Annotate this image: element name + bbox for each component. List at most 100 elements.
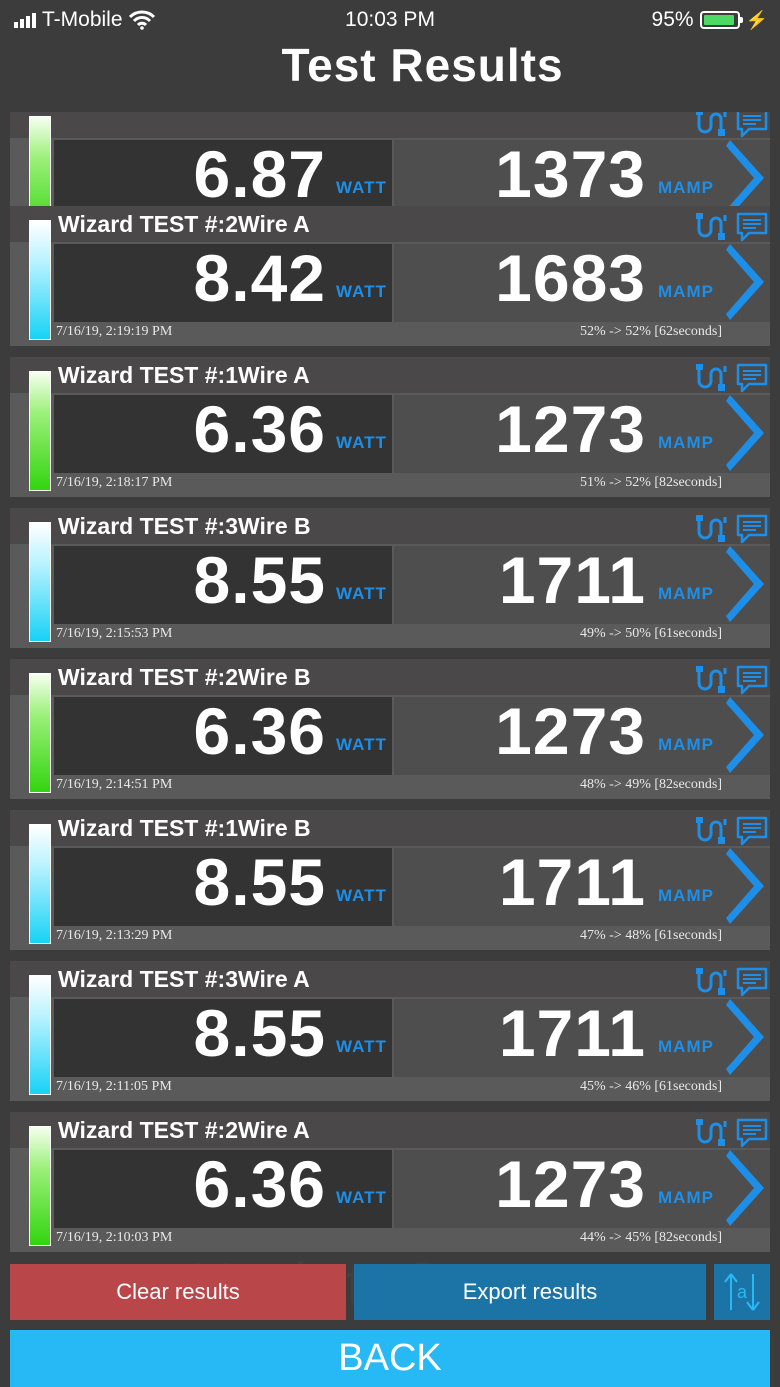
watt-panel: 6.36 WATT	[54, 1147, 392, 1228]
sort-a-icon: a	[724, 1273, 760, 1311]
chevron-right-icon[interactable]	[724, 1148, 768, 1228]
watt-panel: 8.55 WATT	[54, 543, 392, 624]
result-date: 7/16/19, 2:10:03 PM	[56, 1230, 173, 1245]
cable-icon[interactable]	[696, 817, 730, 845]
result-battery-info: 48% -> 49% [82seconds]	[579, 777, 722, 792]
cable-icon[interactable]	[696, 968, 730, 996]
mamp-unit: MAMP	[658, 1037, 714, 1056]
mamp-value: 1683	[495, 241, 646, 315]
mamp-panel: 1273 MAMP	[394, 392, 770, 473]
cable-icon[interactable]	[696, 1119, 730, 1147]
watt-value: 8.55	[193, 543, 326, 617]
result-date: 7/16/19, 2:15:53 PM	[56, 626, 173, 641]
chevron-right-icon[interactable]	[724, 846, 768, 926]
result-row[interactable]: Wizard TEST #:2Wire A 6.36 WATT 1273 MAM…	[10, 1112, 770, 1252]
result-name: Wizard TEST #:1Wire B	[58, 815, 311, 841]
comment-icon[interactable]	[736, 1118, 768, 1148]
result-header	[10, 112, 770, 138]
results-list[interactable]: 6.87 WATT 1373 MAMP 7/16/19, 2:20:36 PM …	[0, 112, 780, 1252]
chevron-right-icon[interactable]	[724, 242, 768, 322]
result-battery-info: 51% -> 52% [82seconds]	[579, 475, 722, 490]
result-date: 7/16/19, 2:11:05 PM	[56, 1079, 172, 1094]
cable-icon[interactable]	[696, 364, 730, 392]
result-name: Wizard TEST #:3Wire B	[58, 513, 311, 539]
watt-panel: 8.42 WATT	[54, 241, 392, 322]
comment-icon[interactable]	[736, 514, 768, 544]
watt-value: 8.55	[193, 845, 326, 919]
watt-unit: WATT	[336, 886, 387, 905]
cable-icon[interactable]	[696, 666, 730, 694]
mamp-unit: MAMP	[658, 282, 714, 301]
watt-unit: WATT	[336, 584, 387, 603]
result-row[interactable]: Wizard TEST #:1Wire B 8.55 WATT 1711 MAM…	[10, 810, 770, 950]
result-row[interactable]: Wizard TEST #:1Wire A 6.36 WATT 1273 MAM…	[10, 357, 770, 497]
battery-percent: 95%	[651, 8, 694, 31]
chevron-right-icon[interactable]	[724, 997, 768, 1077]
back-button[interactable]: BACK	[10, 1330, 770, 1387]
watt-panel: 8.55 WATT	[54, 996, 392, 1077]
export-results-button[interactable]: Export results	[354, 1264, 706, 1320]
chevron-right-icon[interactable]	[724, 393, 768, 473]
watt-value: 6.36	[193, 1147, 326, 1221]
mamp-unit: MAMP	[658, 178, 714, 197]
mamp-value: 1711	[498, 845, 646, 919]
clear-results-button[interactable]: Clear results	[10, 1264, 346, 1320]
result-row[interactable]: Wizard TEST #:3Wire A 8.55 WATT 1711 MAM…	[10, 961, 770, 1101]
result-row[interactable]: Wizard TEST #:3Wire B 8.55 WATT 1711 MAM…	[10, 508, 770, 648]
result-header: Wizard TEST #:1Wire A	[10, 357, 770, 393]
cable-icon[interactable]	[696, 112, 730, 137]
mamp-unit: MAMP	[658, 735, 714, 754]
mamp-value: 1711	[498, 543, 646, 617]
chevron-right-icon[interactable]	[724, 695, 768, 775]
comment-icon[interactable]	[736, 816, 768, 846]
cable-icon[interactable]	[696, 515, 730, 543]
watt-value: 6.87	[193, 137, 326, 211]
watt-unit: WATT	[336, 282, 387, 301]
result-header: Wizard TEST #:2Wire B	[10, 659, 770, 695]
watt-value: 8.42	[193, 241, 326, 315]
mamp-value: 1711	[498, 996, 646, 1070]
result-header: Wizard TEST #:3Wire B	[10, 508, 770, 544]
result-battery-info: 47% -> 48% [61seconds]	[579, 928, 722, 943]
mamp-value: 1273	[495, 694, 646, 768]
mamp-panel: 1711 MAMP	[394, 543, 770, 624]
mamp-unit: MAMP	[658, 584, 714, 603]
result-battery-info: 45% -> 46% [61seconds]	[579, 1079, 722, 1094]
comment-icon[interactable]	[736, 967, 768, 997]
watt-panel: 8.55 WATT	[54, 845, 392, 926]
charge-level-bar	[29, 371, 51, 491]
charging-icon: ⚡	[745, 9, 768, 30]
page-title: Test Results	[281, 39, 564, 91]
result-name: Wizard TEST #:2Wire A	[58, 211, 310, 237]
result-name: Wizard TEST #:2Wire A	[58, 1117, 310, 1143]
result-header: Wizard TEST #:1Wire B	[10, 810, 770, 846]
mamp-panel: 1683 MAMP	[394, 241, 770, 322]
mamp-value: 1273	[495, 1147, 646, 1221]
result-battery-info: 49% -> 50% [61seconds]	[579, 626, 722, 641]
watt-unit: WATT	[336, 178, 387, 197]
comment-icon[interactable]	[736, 112, 768, 138]
status-bar: T-Mobile 10:03 PM 95% ⚡	[0, 0, 780, 40]
watt-panel: 6.36 WATT	[54, 694, 392, 775]
sort-button[interactable]: a	[714, 1264, 770, 1320]
watt-value: 6.36	[193, 694, 326, 768]
watt-panel: 6.36 WATT	[54, 392, 392, 473]
cable-icon[interactable]	[696, 213, 730, 241]
comment-icon[interactable]	[736, 665, 768, 695]
result-row[interactable]: Wizard TEST #:2Wire B 6.36 WATT 1273 MAM…	[10, 659, 770, 799]
result-row[interactable]: Wizard TEST #:2Wire A 8.42 WATT 1683 MAM…	[10, 206, 770, 346]
result-battery-info: 44% -> 45% [82seconds]	[579, 1230, 722, 1245]
charge-level-bar	[29, 1126, 51, 1246]
chevron-right-icon[interactable]	[724, 544, 768, 624]
mamp-panel: 1711 MAMP	[394, 996, 770, 1077]
result-battery-info: 52% -> 52% [62seconds]	[579, 324, 722, 339]
result-name: Wizard TEST #:1Wire A	[58, 362, 310, 388]
result-date: 7/16/19, 2:19:19 PM	[56, 324, 173, 339]
watt-unit: WATT	[336, 433, 387, 452]
watt-unit: WATT	[336, 735, 387, 754]
battery-area: 95% ⚡	[652, 8, 768, 32]
comment-icon[interactable]	[736, 212, 768, 242]
result-date: 7/16/19, 2:18:17 PM	[56, 475, 173, 490]
watt-value: 6.36	[193, 392, 326, 466]
comment-icon[interactable]	[736, 363, 768, 393]
